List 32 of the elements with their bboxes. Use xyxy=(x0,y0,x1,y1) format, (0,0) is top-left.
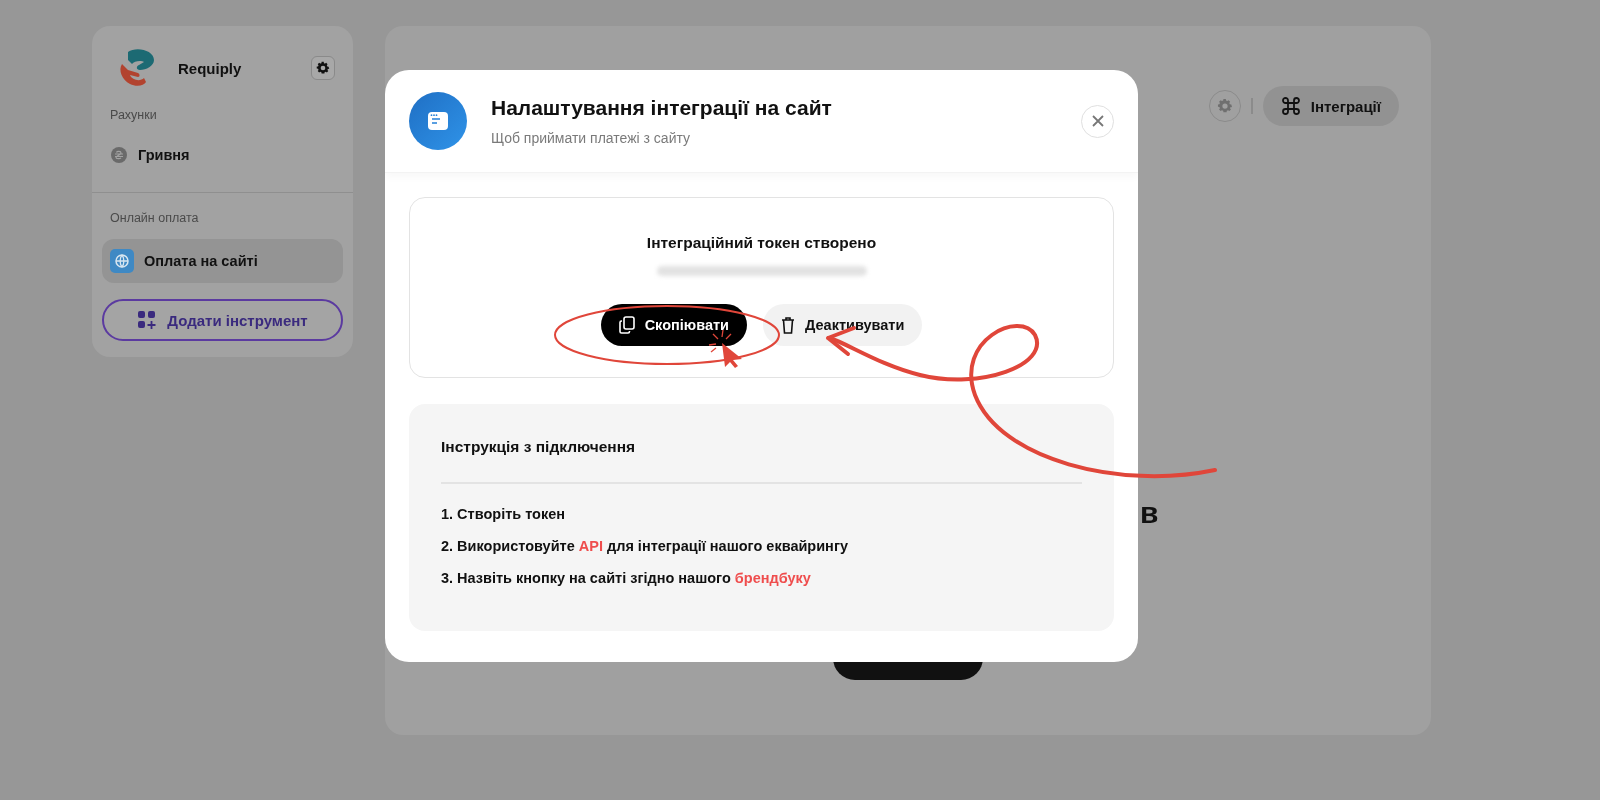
close-icon xyxy=(1091,115,1104,127)
text-link[interactable]: API xyxy=(578,538,603,554)
settings-button[interactable] xyxy=(311,56,335,80)
hryvnia-icon xyxy=(110,146,128,164)
instruction-step: 3. Назвіть кнопку на сайті згідно нашого брендбуку xyxy=(441,570,1082,586)
section-title: Рахунки xyxy=(109,107,158,124)
instruction-step: 2. Використовуйте API для інтеграції нашого еквайрингу xyxy=(441,538,1082,554)
close-button[interactable] xyxy=(1081,104,1114,138)
browser-window-icon xyxy=(409,92,467,150)
deactivate-button[interactable]: Деактивувати xyxy=(763,304,923,346)
settings-icon xyxy=(1215,97,1234,115)
dialog-subtitle: Щоб приймати платежі з сайту xyxy=(491,130,691,146)
dialog-title: Налаштування інтеграції на сайт xyxy=(491,96,833,120)
sidebar-item[interactable]: Гривня xyxy=(102,136,343,174)
instruction-step: 1. Створіть токен xyxy=(441,506,1082,522)
text-link[interactable]: брендбуку xyxy=(734,570,811,586)
copy-button[interactable]: Скопіювати xyxy=(600,304,747,346)
section-title: Онлайн оплата xyxy=(109,210,200,227)
add-tool-button[interactable]: Додати інструмент xyxy=(102,299,343,341)
token-title: Інтеграційний токен створено xyxy=(646,234,877,252)
globe-icon xyxy=(110,249,134,273)
copy-icon xyxy=(618,316,635,334)
cursor-click-drawing xyxy=(708,329,742,368)
brand-name: Requiply xyxy=(178,59,243,77)
integrations-button[interactable]: Інтеграції xyxy=(1262,86,1399,126)
page-heading: в xyxy=(1140,496,1159,530)
add-widget-icon xyxy=(137,310,158,330)
trash-icon xyxy=(781,316,795,334)
settings-icon xyxy=(315,60,331,76)
sidebar-item[interactable]: Оплата на сайті xyxy=(102,239,343,283)
command-icon xyxy=(1280,96,1301,116)
instructions-title: Інструкція з підключення xyxy=(441,438,637,456)
